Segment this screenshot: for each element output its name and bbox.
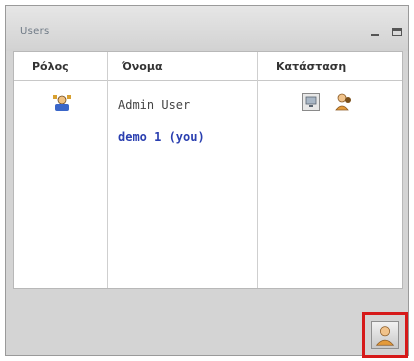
user-status-icon[interactable] (334, 92, 352, 112)
minimize-button[interactable] (371, 34, 379, 36)
maximize-button[interactable] (392, 28, 402, 36)
users-panel: Users Ρόλος Όνομα Κατάσταση Admin User d… (5, 5, 409, 358)
user-name[interactable]: Admin User (118, 98, 190, 112)
header-name[interactable]: Όνομα (122, 60, 163, 73)
user-name[interactable]: demo 1 (you) (118, 130, 205, 144)
admin-role-icon (53, 95, 71, 111)
user-settings-icon (375, 326, 395, 346)
column-divider (257, 52, 258, 288)
users-table: Ρόλος Όνομα Κατάσταση Admin User demo 1 … (13, 51, 403, 289)
user-settings-icon (371, 321, 399, 349)
table-header: Ρόλος Όνομα Κατάσταση (14, 52, 402, 81)
header-status[interactable]: Κατάσταση (276, 60, 346, 73)
header-role[interactable]: Ρόλος (32, 60, 69, 73)
user-settings-button[interactable] (362, 312, 408, 358)
monitor-icon[interactable] (302, 93, 320, 111)
column-divider (107, 52, 108, 288)
panel-titlebar: Users (6, 6, 408, 51)
panel-title: Users (20, 26, 50, 37)
